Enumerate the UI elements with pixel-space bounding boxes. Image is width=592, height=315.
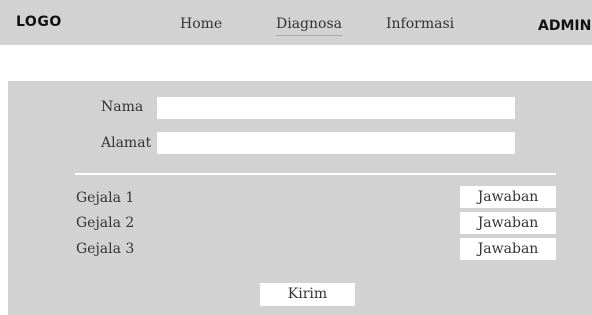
top-navbar: LOGO Home Diagnosa Informasi ADMIN	[0, 0, 592, 45]
nav-diagnosa[interactable]: Diagnosa	[276, 16, 342, 36]
gejala-2-label: Gejala 2	[76, 215, 135, 231]
gejala-2-jawaban-button[interactable]: Jawaban	[460, 212, 556, 234]
nama-input[interactable]	[157, 97, 515, 119]
gejala-3-jawaban-button[interactable]: Jawaban	[460, 238, 556, 260]
diagnosis-form: Nama Alamat Gejala 1 Jawaban Gejala 2 Ja…	[8, 81, 592, 315]
nav-home[interactable]: Home	[180, 16, 222, 32]
gejala-1-jawaban-button[interactable]: Jawaban	[460, 186, 556, 208]
gejala-1-label: Gejala 1	[76, 190, 135, 206]
nama-label: Nama	[101, 99, 144, 115]
divider	[75, 173, 556, 175]
alamat-input[interactable]	[157, 132, 515, 154]
admin-label[interactable]: ADMIN	[538, 18, 591, 34]
gejala-3-label: Gejala 3	[76, 241, 135, 257]
logo: LOGO	[16, 14, 62, 30]
alamat-label: Alamat	[101, 135, 152, 151]
nav-informasi[interactable]: Informasi	[386, 16, 454, 32]
kirim-button[interactable]: Kirim	[260, 283, 355, 306]
